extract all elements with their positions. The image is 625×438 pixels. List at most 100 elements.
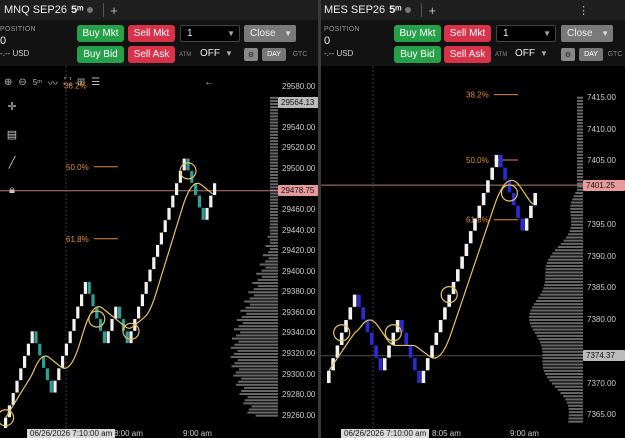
- volume-profile-bar: [543, 287, 583, 290]
- renko-brick-up: [15, 380, 19, 393]
- volume-profile-bar: [230, 346, 278, 349]
- volume-profile-bar: [529, 315, 583, 318]
- volume-profile-bar: [270, 121, 278, 124]
- volume-profile-bar: [544, 280, 583, 283]
- volume-profile-bar: [270, 96, 278, 99]
- volume-profile-bar: [536, 334, 583, 337]
- volume-profile-bar: [571, 220, 583, 223]
- volume-profile-bar: [270, 214, 278, 217]
- renko-brick-down: [365, 320, 370, 333]
- renko-brick-down: [194, 183, 198, 196]
- renko-brick-down: [186, 158, 190, 171]
- renko-brick-up: [137, 306, 141, 319]
- volume-profile-bar: [236, 319, 278, 322]
- renko-brick-down: [404, 332, 408, 345]
- fib-level-label: 61.8%: [466, 216, 489, 225]
- price-chart[interactable]: 38.2% 50.0% 61.8%: [321, 0, 583, 438]
- volume-profile-bar: [270, 149, 278, 152]
- renko-brick-up: [481, 193, 486, 206]
- volume-profile-bar: [270, 103, 278, 106]
- time-axis[interactable]: 06/26/2026 7:10:00 am 8:05 am 9:00 am: [321, 428, 583, 438]
- volume-profile-bar: [259, 263, 278, 266]
- renko-brick-up: [26, 343, 30, 356]
- renko-brick-up: [209, 195, 213, 208]
- price-chart[interactable]: 50.0% 61.8% 38.2%: [0, 0, 278, 438]
- volume-profile-bar: [542, 363, 583, 366]
- volume-profile-bar: [262, 254, 278, 257]
- price-tick-label: 7380.00: [587, 315, 616, 325]
- time-cursor-label: 06/26/2026 7:10:00 am: [27, 429, 116, 438]
- volume-profile-bar: [548, 258, 583, 261]
- volume-profile-bar: [569, 230, 583, 233]
- last-price-tag: 29478.75: [278, 185, 318, 197]
- volume-profile-bar: [270, 109, 278, 112]
- price-tick-label: 29400.00: [282, 266, 316, 276]
- renko-brick-down: [38, 343, 42, 356]
- time-axis[interactable]: 06/26/2026 7:10:00 am 8:00 am 9:00 am: [0, 428, 278, 438]
- volume-profile-bar: [270, 183, 278, 186]
- volume-profile-bar: [240, 309, 278, 312]
- volume-profile-bar: [248, 408, 278, 411]
- price-axis[interactable]: 29580.00 29540.00 29520.00 29500.00 29460.00…: [278, 66, 318, 430]
- volume-profile-bar: [265, 260, 278, 263]
- volume-profile-bar: [270, 217, 278, 220]
- price-tick-label: 29580.00: [282, 81, 316, 91]
- tif-gtc-button[interactable]: GTC: [289, 48, 311, 61]
- renko-brick-up: [76, 306, 80, 319]
- volume-profile-bar: [568, 414, 583, 417]
- renko-brick-up: [339, 332, 344, 345]
- volume-profile-bar: [253, 288, 278, 291]
- volume-profile-bar: [545, 268, 583, 271]
- renko-brick-up: [391, 332, 396, 345]
- volume-profile-bar: [550, 255, 583, 258]
- renko-brick-up: [167, 207, 171, 220]
- volume-profile-bar: [560, 392, 583, 395]
- volume-profile-bar: [270, 136, 278, 139]
- renko-brick-up: [352, 294, 357, 307]
- volume-profile-bar: [541, 344, 583, 347]
- volume-profile-bar: [269, 226, 278, 229]
- renko-brick-up: [30, 331, 34, 344]
- renko-brick-up: [529, 205, 533, 218]
- volume-profile-bar: [270, 198, 278, 201]
- volume-profile-bar: [563, 395, 583, 398]
- renko-brick-up: [152, 257, 156, 270]
- renko-brick-down: [102, 331, 106, 344]
- price-tick-label: 29460.00: [282, 204, 316, 214]
- renko-brick-up: [421, 370, 426, 384]
- renko-brick-up: [348, 307, 353, 320]
- volume-profile-bar: [230, 356, 278, 359]
- volume-profile-bar: [270, 164, 278, 167]
- volume-profile-bar: [530, 309, 583, 312]
- renko-brick-down: [197, 195, 201, 208]
- renko-brick-up: [447, 294, 451, 307]
- volume-profile-bar: [565, 398, 583, 401]
- fib-level-label: 61.8%: [66, 235, 89, 244]
- high-price-tag: 29564.13: [278, 97, 318, 109]
- volume-profile-bar: [530, 322, 583, 325]
- renko-brick-up: [213, 183, 217, 196]
- volume-profile-bar: [236, 334, 278, 337]
- volume-profile-bar: [570, 204, 583, 207]
- volume-profile-bar: [567, 404, 583, 407]
- renko-brick-up: [53, 380, 57, 393]
- renko-brick-up: [68, 331, 72, 344]
- renko-brick-up: [106, 331, 110, 344]
- volume-profile-bar: [270, 133, 278, 136]
- price-tick-label: 29540.00: [282, 122, 316, 132]
- time-label: 8:00 am: [114, 429, 143, 438]
- volume-profile-bar: [247, 411, 278, 414]
- tif-gtc-button[interactable]: GTC: [605, 48, 625, 61]
- renko-brick-up: [23, 356, 27, 368]
- volume-profile-bar: [557, 388, 583, 391]
- renko-brick-up: [57, 368, 61, 381]
- renko-brick-up: [110, 318, 114, 331]
- volume-profile-bar: [231, 365, 278, 368]
- price-tick-label: 29260.00: [282, 410, 316, 420]
- renko-brick-up: [163, 220, 167, 233]
- volume-profile-bar: [231, 337, 278, 340]
- renko-brick-down: [503, 167, 507, 180]
- price-axis[interactable]: 7415.00 7410.00 7405.00 7395.00 7390.00 7385.…: [583, 66, 625, 430]
- volume-profile-bar: [244, 386, 278, 389]
- volume-profile-bar: [542, 357, 583, 360]
